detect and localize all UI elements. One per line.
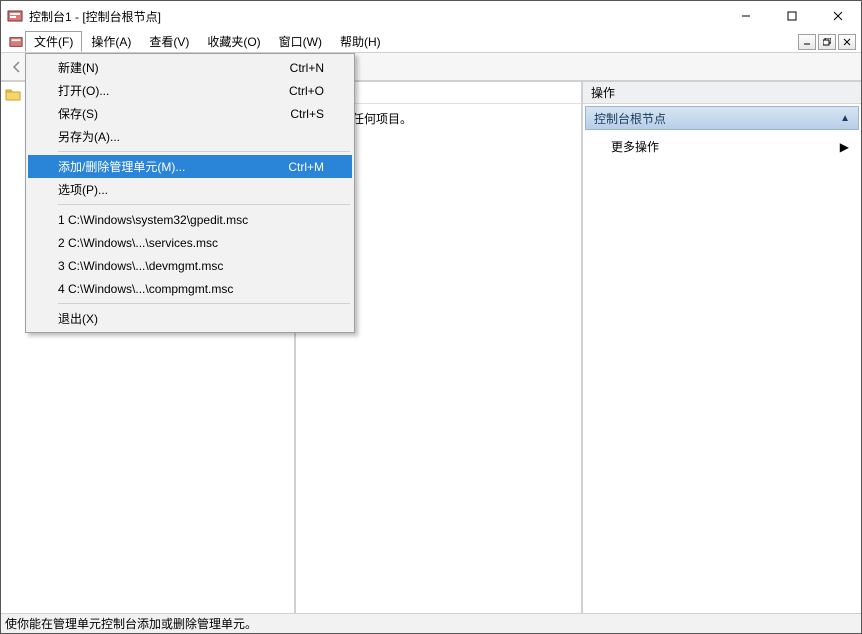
- menu-item-label: 4 C:\Windows\...\compmgmt.msc: [58, 282, 324, 296]
- statusbar: 使你能在管理单元控制台添加或删除管理单元。: [1, 613, 861, 633]
- menu-item-label: 新建(N): [58, 59, 290, 76]
- mdi-close-button[interactable]: [838, 34, 856, 50]
- titlebar: 控制台1 - [控制台根节点]: [1, 1, 861, 31]
- menu-favorites[interactable]: 收藏夹(O): [198, 31, 269, 52]
- menu-item-label: 退出(X): [58, 310, 324, 327]
- menu-item-label: 另存为(A)...: [58, 128, 324, 145]
- minimize-button[interactable]: [723, 1, 769, 31]
- menu-item-shortcut: Ctrl+M: [288, 160, 324, 174]
- menu-item-label: 2 C:\Windows\...\services.msc: [58, 236, 324, 250]
- menu-item-label: 保存(S): [58, 105, 290, 122]
- menu-view[interactable]: 查看(V): [140, 31, 198, 52]
- menu-item-save-as[interactable]: 另存为(A)...: [28, 125, 352, 148]
- window-controls: [723, 1, 861, 31]
- menu-help[interactable]: 帮助(H): [331, 31, 390, 52]
- folder-icon: [5, 87, 21, 101]
- menu-item-options[interactable]: 选项(P)...: [28, 178, 352, 201]
- menu-item-label: 1 C:\Windows\system32\gpedit.msc: [58, 213, 324, 227]
- actions-more-link[interactable]: 更多操作 ▶: [583, 132, 861, 161]
- status-text: 使你能在管理单元控制台添加或删除管理单元。: [5, 615, 257, 632]
- app-icon: [7, 8, 23, 24]
- menu-item-label: 打开(O)...: [58, 82, 289, 99]
- mdi-minimize-button[interactable]: [798, 34, 816, 50]
- menu-item-shortcut: Ctrl+O: [289, 84, 324, 98]
- menu-separator: [58, 151, 350, 152]
- actions-section-header[interactable]: 控制台根节点 ▲: [585, 106, 859, 130]
- menu-item-add-remove-snapin[interactable]: 添加/删除管理单元(M)... Ctrl+M: [28, 155, 352, 178]
- menu-item-recent-3[interactable]: 3 C:\Windows\...\devmgmt.msc: [28, 254, 352, 277]
- menu-action[interactable]: 操作(A): [82, 31, 140, 52]
- menu-item-recent-2[interactable]: 2 C:\Windows\...\services.msc: [28, 231, 352, 254]
- actions-section-label: 控制台根节点: [594, 110, 666, 127]
- menu-separator: [58, 204, 350, 205]
- menu-item-label: 选项(P)...: [58, 181, 324, 198]
- menu-item-label: 3 C:\Windows\...\devmgmt.msc: [58, 259, 324, 273]
- menubar: 文件(F) 操作(A) 查看(V) 收藏夹(O) 窗口(W) 帮助(H): [1, 31, 861, 53]
- close-button[interactable]: [815, 1, 861, 31]
- actions-pane: 操作 控制台根节点 ▲ 更多操作 ▶: [583, 82, 861, 613]
- mdi-restore-button[interactable]: [818, 34, 836, 50]
- menu-item-shortcut: Ctrl+N: [290, 61, 324, 75]
- menu-file[interactable]: 文件(F): [25, 31, 82, 52]
- menu-item-exit[interactable]: 退出(X): [28, 307, 352, 330]
- menu-separator: [58, 303, 350, 304]
- menu-item-recent-4[interactable]: 4 C:\Windows\...\compmgmt.msc: [28, 277, 352, 300]
- file-dropdown: 新建(N) Ctrl+N 打开(O)... Ctrl+O 保存(S) Ctrl+…: [25, 53, 355, 333]
- actions-more-label: 更多操作: [611, 138, 659, 155]
- menu-item-shortcut: Ctrl+S: [290, 107, 324, 121]
- chevron-right-icon: ▶: [840, 140, 849, 154]
- mdi-controls: [798, 34, 856, 50]
- menu-item-new[interactable]: 新建(N) Ctrl+N: [28, 56, 352, 79]
- menu-item-open[interactable]: 打开(O)... Ctrl+O: [28, 79, 352, 102]
- menu-app-icon: [7, 31, 25, 52]
- menu-window[interactable]: 窗口(W): [270, 31, 331, 52]
- actions-header: 操作: [583, 82, 861, 104]
- maximize-button[interactable]: [769, 1, 815, 31]
- window-title: 控制台1 - [控制台根节点]: [29, 8, 723, 25]
- menu-item-save[interactable]: 保存(S) Ctrl+S: [28, 102, 352, 125]
- menu-item-recent-1[interactable]: 1 C:\Windows\system32\gpedit.msc: [28, 208, 352, 231]
- menu-item-label: 添加/删除管理单元(M)...: [58, 158, 288, 175]
- collapse-arrow-icon: ▲: [840, 113, 850, 124]
